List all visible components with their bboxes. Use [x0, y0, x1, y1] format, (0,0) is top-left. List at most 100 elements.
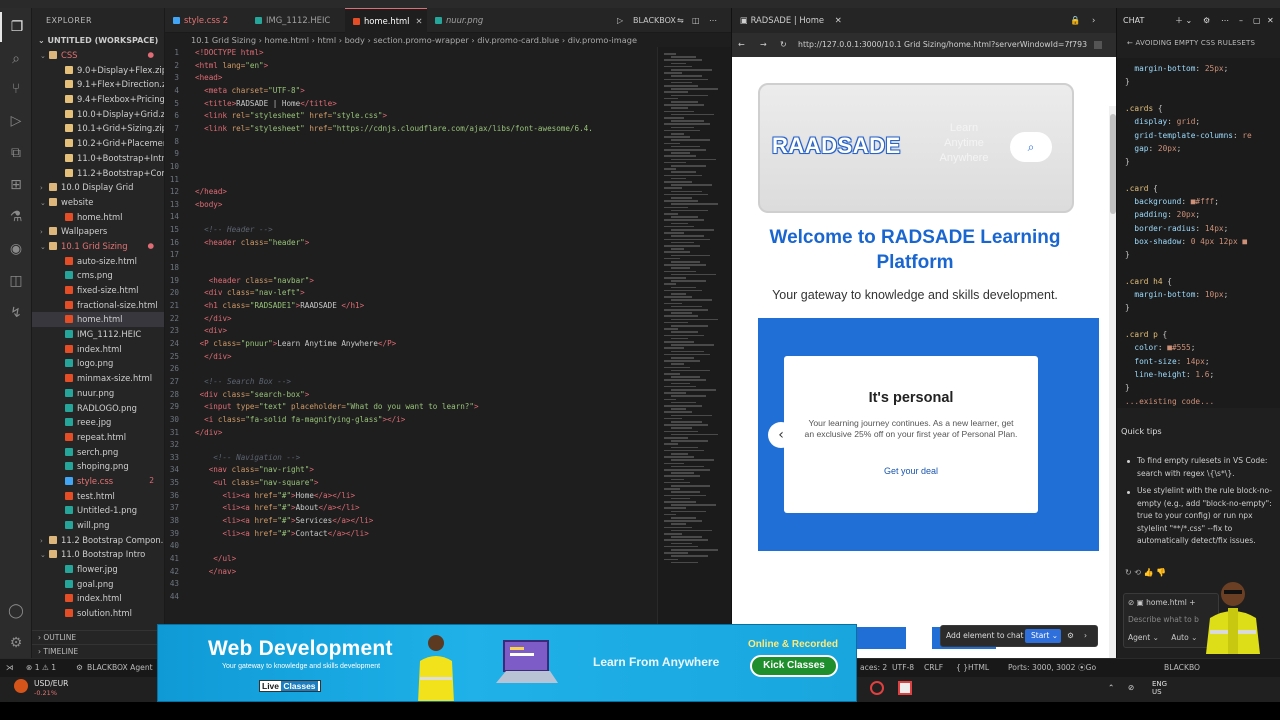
run-icon[interactable]: ▷ — [617, 8, 623, 33]
chat-actions[interactable]: ↻ ⟲ 👍 👎 — [1125, 568, 1166, 577]
ports-status[interactable]: Ports: 3000, 3002 — [1008, 659, 1075, 677]
editor-tab[interactable]: nuur.png — [427, 8, 497, 33]
code-line[interactable]: 13 <body> — [165, 199, 657, 212]
code-line[interactable]: 42 </nav> — [165, 566, 657, 579]
currency-widget-icon[interactable] — [14, 679, 28, 693]
go-live-button[interactable]: ⦿ Go Live — [1078, 659, 1101, 690]
brackets-icon[interactable]: { } — [956, 659, 968, 677]
tree-file[interactable]: home.html — [32, 210, 164, 225]
close-icon[interactable]: ✕ — [415, 16, 422, 26]
tree-file[interactable]: minmax-size.html — [32, 371, 164, 386]
explorer-icon[interactable]: ❐ — [0, 12, 32, 42]
code-line[interactable]: 16 <header class="header"> — [165, 237, 657, 250]
chat-icon[interactable]: ◫ — [0, 266, 32, 296]
gear-icon[interactable]: ⚙ — [1203, 8, 1210, 33]
stop-icon[interactable] — [1094, 41, 1102, 49]
code-line[interactable]: 37 <li><a href="#">About</a></li> — [165, 502, 657, 515]
search-icon[interactable]: ⌕ — [0, 44, 32, 74]
code-line[interactable]: 2 <html lang="en"> — [165, 60, 657, 73]
code-line[interactable]: 21 <h1 class="RADSADE1">RAADSADE </h1> — [165, 300, 657, 313]
tree-folder[interactable]: › 11.2 Bootstrap Compon... — [32, 533, 164, 548]
editor-tab[interactable]: IMG_1112.HEIC — [247, 8, 345, 33]
tree-folder[interactable]: › Wallpapers — [32, 224, 164, 239]
site-logo[interactable]: RAADSADE — [772, 133, 901, 159]
run-debug-icon[interactable]: ▷ — [0, 106, 32, 136]
code-line[interactable]: 35 <ul class="nav-square"> — [165, 477, 657, 490]
code-line[interactable]: 39 <li><a href="#">Contact</a></li> — [165, 528, 657, 541]
code-line[interactable]: 10 — [165, 161, 657, 174]
code-line[interactable]: 32 — [165, 439, 657, 452]
tree-file[interactable]: will.png — [32, 518, 164, 533]
tree-file[interactable]: Untitled-1.png — [32, 503, 164, 518]
tree-file[interactable]: 10.2+Grid+Placement... — [32, 136, 164, 151]
tree-file[interactable]: serch.png — [32, 445, 164, 460]
url-bar[interactable]: http://127.0.0.1:3000/10.1 Grid Sizing/h… — [798, 33, 1087, 57]
tree-file[interactable]: 11.2+Bootstrap+Com... — [32, 166, 164, 181]
chevron-right-icon[interactable]: › — [1084, 626, 1087, 646]
tree-file[interactable]: 9.0+Display+Flex.zip — [32, 63, 164, 78]
tree-file[interactable]: fixed-size.html — [32, 283, 164, 298]
tree-file[interactable]: cms.png — [32, 268, 164, 283]
more-icon[interactable]: ⋯ — [1221, 8, 1229, 33]
code-line[interactable]: 3 <head> — [165, 72, 657, 85]
kick-classes-button[interactable]: Kick Classes — [750, 655, 838, 677]
tree-file[interactable]: solution.html — [32, 606, 164, 621]
more-actions-icon[interactable]: ⋯ — [709, 8, 717, 33]
chevron-right-icon[interactable]: › — [1092, 8, 1095, 33]
language-mode[interactable]: HTML — [968, 659, 989, 677]
tree-file[interactable]: RADLOGO.png — [32, 401, 164, 416]
tree-file[interactable]: 9.1+Flex+Direction.zip — [32, 77, 164, 92]
lock-icon[interactable]: 🔒 — [1070, 8, 1080, 33]
code-line[interactable]: 15 <!-- Header --> — [165, 224, 657, 237]
code-line[interactable]: 19 <header class="navbar"> — [165, 275, 657, 288]
back-icon[interactable]: ← — [738, 33, 745, 57]
tree-file[interactable]: nuur.png — [32, 386, 164, 401]
chrome-app-icon[interactable] — [870, 681, 884, 695]
code-line[interactable]: 29 <input type="text" placeholder="What … — [165, 401, 657, 414]
new-chat-icon[interactable]: ＋ ⌄ — [1175, 8, 1192, 33]
encoding-status[interactable]: UTF-8 — [892, 659, 914, 677]
tree-file[interactable]: 10.1+Grid+Sizing.zip — [32, 121, 164, 136]
tree-file[interactable]: reee.jpg — [32, 415, 164, 430]
code-line[interactable]: 6 <link rel="stylesheet" href="style.css… — [165, 110, 657, 123]
code-line[interactable]: 22 </div> — [165, 313, 657, 326]
code-line[interactable]: 14 — [165, 211, 657, 224]
code-line[interactable]: 26 — [165, 363, 657, 376]
code-line[interactable]: 41 </ul> — [165, 553, 657, 566]
code-line[interactable]: 34 <nav class="nav-right"> — [165, 464, 657, 477]
code-line[interactable]: 30 <i class="fa-solid fa-magnifying-glas… — [165, 414, 657, 427]
ticker-label[interactable]: USD/EUR — [34, 679, 68, 688]
open-changes-icon[interactable]: ⇋ — [677, 8, 684, 33]
blackbox-agent-status[interactable]: BLACKBOX Agent — [87, 659, 153, 677]
agent-mode-select[interactable]: Agent — [1128, 633, 1150, 642]
editor-tab[interactable]: home.html ✕ — [345, 8, 427, 33]
live-share-icon[interactable]: ↯ — [0, 298, 32, 328]
workspace-header[interactable]: ⌄ UNTITLED (WORKSPACE) — [32, 34, 164, 48]
timeline-section[interactable]: › TIMELINE — [32, 644, 164, 657]
account-icon[interactable]: ◯ — [0, 596, 32, 626]
tray-chevron-icon[interactable]: ⌃ — [1108, 683, 1114, 692]
split-editor-icon[interactable]: ◫ — [692, 8, 700, 33]
ad-banner[interactable]: Web Development Your gateway to knowledg… — [157, 624, 857, 702]
tree-file[interactable]: goal.png — [32, 577, 164, 592]
code-line[interactable]: 44 — [165, 591, 657, 604]
code-line[interactable]: 12 </head> — [165, 186, 657, 199]
code-line[interactable]: 7 <link rel="stylesheet" href="https://c… — [165, 123, 657, 136]
reload-icon[interactable]: ↻ — [780, 33, 787, 57]
breadcrumb[interactable]: 10.1 Grid Sizing › home.html › html › bo… — [165, 33, 731, 47]
tree-folder[interactable]: › 10.0 Display Grid — [32, 180, 164, 195]
tree-folder[interactable]: ⌄ 10.1 Grid Sizing ● — [32, 239, 164, 254]
tree-file[interactable]: test.html — [32, 489, 164, 504]
tree-file[interactable]: home.html — [32, 312, 164, 328]
tree-file[interactable]: logo.png — [32, 356, 164, 371]
code-line[interactable]: 5 <title>RADSADE | Home</title> — [165, 98, 657, 111]
tree-file[interactable]: 9.4+Flexbox+Pricing+... — [32, 92, 164, 107]
chat-code-block[interactable]: margin-bottom: 25px;} .cards { display: g… — [1117, 58, 1280, 408]
minimap[interactable] — [657, 47, 731, 637]
remote-icon[interactable]: ⧉ — [0, 138, 32, 168]
code-line[interactable]: 38 <li><a href="#">Services</a></li> — [165, 515, 657, 528]
tree-folder[interactable]: ⌄ CSS ● — [32, 48, 164, 63]
tree-file[interactable]: repeat.html — [32, 430, 164, 445]
tree-file[interactable]: flower.jpg — [32, 562, 164, 577]
code-line[interactable]: 43 — [165, 578, 657, 591]
